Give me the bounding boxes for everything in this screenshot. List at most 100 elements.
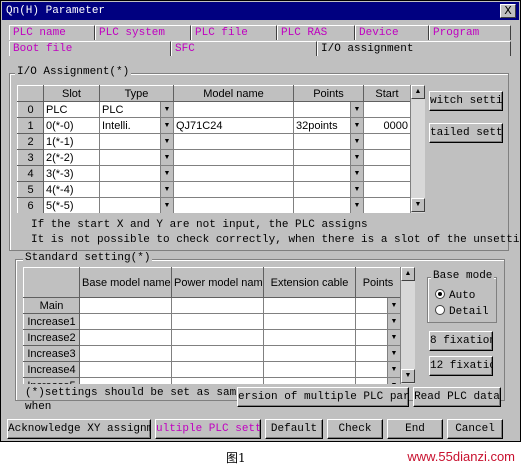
chevron-down-icon[interactable]: ▼ (387, 314, 400, 329)
type-select[interactable]: ▼ (99, 197, 174, 214)
tab-plc-name[interactable]: PLC name (9, 25, 95, 40)
type-select[interactable]: Intelli. ▼ (99, 117, 174, 134)
start-input[interactable]: 0000 (363, 117, 411, 134)
chevron-down-icon[interactable]: ▼ (350, 150, 363, 165)
chevron-down-icon[interactable]: ▼ (160, 150, 173, 165)
detailed-setting-button[interactable]: tailed setti (429, 123, 503, 143)
base-model-input[interactable] (79, 329, 172, 346)
chevron-down-icon[interactable]: ▼ (350, 198, 363, 213)
base-model-input[interactable] (79, 361, 172, 378)
type-select[interactable]: PLC ▼ (99, 101, 174, 118)
title-bar[interactable]: Qn(H) Parameter X (2, 2, 519, 20)
model-name-input[interactable] (173, 133, 294, 150)
tab-io-assignment[interactable]: I/O assignment (317, 41, 511, 56)
start-input[interactable] (363, 181, 411, 198)
end-button[interactable]: End (387, 419, 443, 439)
start-input[interactable] (363, 149, 411, 166)
points-select[interactable]: ▼ (293, 133, 364, 150)
extension-cable-input[interactable] (263, 329, 356, 346)
chevron-down-icon[interactable]: ▼ (160, 182, 173, 197)
io-scrollbar[interactable]: ▲ ▼ (410, 85, 425, 213)
multiple-plc-setting-button[interactable]: ultiple PLC setting (155, 419, 261, 439)
chevron-down-icon[interactable]: ▼ (160, 198, 173, 213)
tab-plc-file[interactable]: PLC file (191, 25, 277, 40)
chevron-down-icon[interactable]: ▼ (350, 102, 363, 117)
type-select[interactable]: ▼ (99, 165, 174, 182)
check-button[interactable]: Check (327, 419, 383, 439)
type-select[interactable]: ▼ (99, 133, 174, 150)
points-select[interactable]: 32points ▼ (293, 117, 364, 134)
scroll-up-icon[interactable]: ▲ (411, 85, 425, 99)
type-select[interactable]: ▼ (99, 149, 174, 166)
model-name-input[interactable] (173, 165, 294, 182)
std-points-select[interactable]: ▼ (355, 313, 401, 330)
chevron-down-icon[interactable]: ▼ (387, 346, 400, 361)
std-points-select[interactable]: ▼ (355, 329, 401, 346)
std-footnote-2: when (25, 401, 52, 413)
extension-cable-input[interactable] (263, 297, 356, 314)
points-select[interactable]: ▼ (293, 181, 364, 198)
model-name-input[interactable] (173, 149, 294, 166)
default-button[interactable]: Default (265, 419, 323, 439)
cancel-button[interactable]: Cancel (447, 419, 503, 439)
std-points-select[interactable]: ▼ (355, 297, 401, 314)
start-input[interactable] (363, 133, 411, 150)
eight-fixation-button[interactable]: 8 fixation (429, 331, 493, 351)
points-select[interactable]: ▼ (293, 165, 364, 182)
twelve-fixation-button[interactable]: 12 fixation (429, 356, 493, 376)
chevron-down-icon[interactable]: ▼ (350, 182, 363, 197)
start-input[interactable] (363, 101, 411, 118)
chevron-down-icon[interactable]: ▼ (350, 118, 363, 133)
tab-device[interactable]: Device (355, 25, 429, 40)
acknowledge-xy-button[interactable]: Acknowledge XY assignment (7, 419, 151, 439)
chevron-down-icon[interactable]: ▼ (387, 362, 400, 377)
model-name-input[interactable]: QJ71C24 (173, 117, 294, 134)
chevron-down-icon[interactable]: ▼ (350, 134, 363, 149)
start-input[interactable] (363, 197, 411, 214)
close-button[interactable]: X (500, 4, 516, 18)
type-select[interactable]: ▼ (99, 181, 174, 198)
power-model-input[interactable] (171, 297, 264, 314)
base-model-input[interactable] (79, 313, 172, 330)
points-select[interactable]: ▼ (293, 197, 364, 214)
base-model-input[interactable] (79, 297, 172, 314)
std-points-select[interactable]: ▼ (355, 361, 401, 378)
multiple-plc-parameter-button[interactable]: ersion of multiple PLC parame (237, 387, 409, 407)
base-mode-detail-radio[interactable]: Detail (435, 305, 489, 318)
tab-boot-file[interactable]: Boot file (9, 41, 171, 56)
model-name-input[interactable] (173, 101, 294, 118)
std-scrollbar[interactable]: ▲ ▼ (400, 267, 415, 384)
model-name-input[interactable] (173, 197, 294, 214)
start-input[interactable] (363, 165, 411, 182)
read-plc-data-button[interactable]: Read PLC data (413, 387, 501, 407)
power-model-input[interactable] (171, 361, 264, 378)
tab-plc-ras[interactable]: PLC RAS (277, 25, 355, 40)
tab-sfc[interactable]: SFC (171, 41, 317, 56)
chevron-down-icon[interactable]: ▼ (160, 102, 173, 117)
tab-program[interactable]: Program (429, 25, 511, 40)
scroll-down-icon[interactable]: ▼ (411, 198, 425, 212)
chevron-down-icon[interactable]: ▼ (160, 166, 173, 181)
extension-cable-input[interactable] (263, 345, 356, 362)
switch-setting-button[interactable]: witch settin (429, 91, 503, 111)
base-model-input[interactable] (79, 345, 172, 362)
extension-cable-input[interactable] (263, 313, 356, 330)
chevron-down-icon[interactable]: ▼ (387, 298, 400, 313)
chevron-down-icon[interactable]: ▼ (350, 166, 363, 181)
base-mode-auto-radio[interactable]: Auto (435, 289, 475, 302)
std-col-points: Points (355, 267, 401, 298)
chevron-down-icon[interactable]: ▼ (160, 134, 173, 149)
points-select[interactable]: ▼ (293, 149, 364, 166)
extension-cable-input[interactable] (263, 361, 356, 378)
model-name-input[interactable] (173, 181, 294, 198)
power-model-input[interactable] (171, 313, 264, 330)
scroll-down-icon[interactable]: ▼ (401, 369, 415, 383)
chevron-down-icon[interactable]: ▼ (160, 118, 173, 133)
scroll-up-icon[interactable]: ▲ (401, 267, 415, 281)
tab-plc-system[interactable]: PLC system (95, 25, 191, 40)
power-model-input[interactable] (171, 345, 264, 362)
chevron-down-icon[interactable]: ▼ (387, 330, 400, 345)
std-points-select[interactable]: ▼ (355, 345, 401, 362)
points-select[interactable]: ▼ (293, 101, 364, 118)
power-model-input[interactable] (171, 329, 264, 346)
